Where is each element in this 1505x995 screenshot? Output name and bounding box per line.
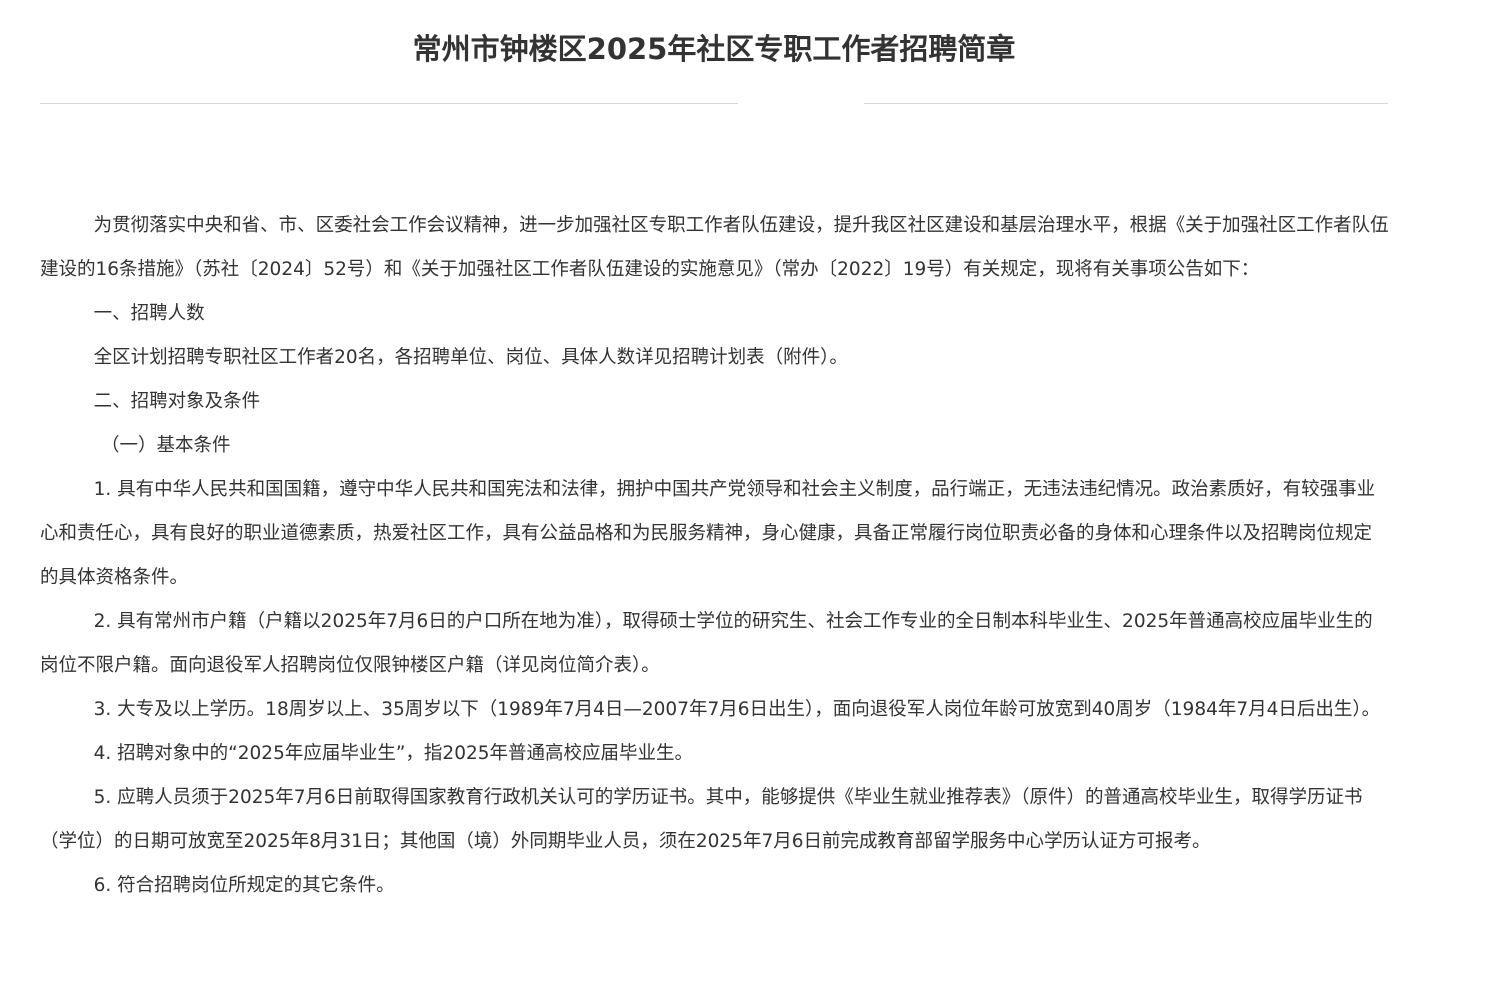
title-divider-left: [40, 103, 738, 104]
condition-item-2: 2. 具有常州市户籍（户籍以2025年7月6日的户口所在地为准），取得硕士学位的…: [40, 611, 1373, 676]
section-heading-recruit-count: 一、招聘人数: [93, 303, 205, 324]
subsection-heading-basic-conditions: （一）基本条件: [101, 435, 231, 456]
condition-item-6: 6. 符合招聘岗位所规定的其它条件。: [93, 875, 395, 896]
paragraph-recruit-count: 全区计划招聘专职社区工作者20名，各招聘单位、岗位、具体人数详见招聘计划表（附件…: [93, 347, 848, 368]
title-divider-right: [864, 103, 1388, 104]
paragraph-intro: 为贯彻落实中央和省、市、区委社会工作会议精神，进一步加强社区专职工作者队伍建设，…: [40, 215, 1389, 280]
article-page: 常州市钟楼区2025年社区专职工作者招聘简章 为贯彻落实中央和省、市、区委社会工…: [0, 0, 1505, 995]
condition-item-3: 3. 大专及以上学历。18周岁以上、35周岁以下（1989年7月4日—2007年…: [93, 699, 1381, 720]
section-heading-target-conditions: 二、招聘对象及条件: [93, 391, 261, 412]
article-body: 为贯彻落实中央和省、市、区委社会工作会议精神，进一步加强社区专职工作者队伍建设，…: [40, 204, 1390, 908]
page-title: 常州市钟楼区2025年社区专职工作者招聘简章: [412, 32, 1016, 66]
condition-item-1: 1. 具有中华人民共和国国籍，遵守中华人民共和国宪法和法律，拥护中国共产党领导和…: [40, 479, 1376, 588]
condition-item-5: 5. 应聘人员须于2025年7月6日前取得国家教育行政机关认可的学历证书。其中，…: [40, 787, 1363, 852]
condition-item-4: 4. 招聘对象中的“2025年应届毕业生”，指2025年普通高校应届毕业生。: [93, 743, 694, 764]
